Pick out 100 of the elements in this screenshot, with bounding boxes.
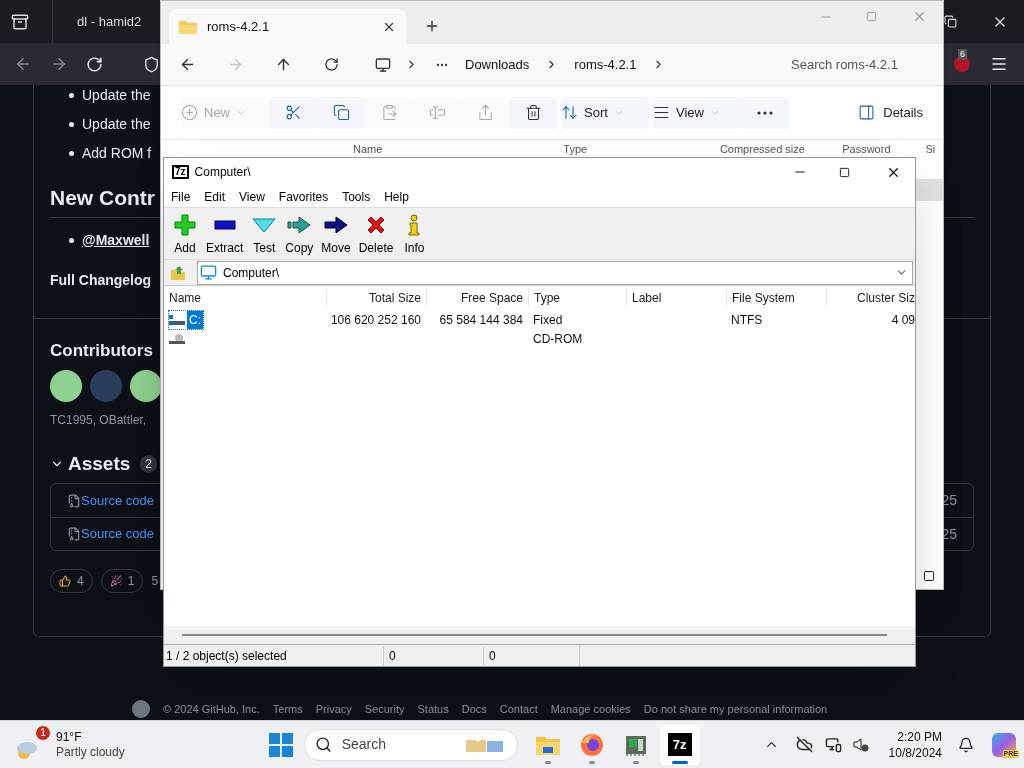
weather-condition: Partly cloudy (56, 744, 125, 760)
toolbar-button[interactable]: Extract (202, 210, 248, 257)
toolbar-button[interactable]: View (653, 96, 741, 129)
sort-icon (561, 104, 578, 121)
refresh-icon[interactable] (324, 57, 339, 72)
contributor-link[interactable]: @Maxwell (82, 229, 150, 251)
copy-icon (332, 104, 350, 121)
maximize-icon[interactable] (839, 166, 850, 178)
breadcrumb-item[interactable]: roms-4.2.1 (574, 54, 637, 75)
toolbar-button[interactable]: Add (168, 210, 202, 257)
table-cell-text: CD-ROM (532, 330, 584, 348)
rename-icon (428, 104, 446, 121)
avatar[interactable] (130, 370, 162, 402)
view-toggle-icon[interactable] (923, 570, 935, 582)
footer-link[interactable]: Terms (272, 702, 303, 716)
toolbar-button[interactable]: Delete (354, 210, 398, 257)
toolbar-button[interactable] (317, 96, 365, 129)
column-header[interactable]: Name (351, 142, 562, 156)
temperature: 91°F (56, 729, 83, 745)
menu-item[interactable]: Edit (204, 187, 226, 206)
reload-icon[interactable] (86, 55, 103, 73)
toolbar-button[interactable]: Move (317, 210, 355, 257)
lines-icon (653, 104, 670, 121)
menu-icon[interactable] (990, 55, 1008, 73)
toolbar-button[interactable]: Sort (561, 96, 649, 129)
table-cell-text: 4 09 (890, 311, 915, 329)
column-header[interactable]: Type (561, 142, 718, 156)
forward-icon[interactable] (50, 55, 68, 73)
taskbar-app[interactable]: 7z (659, 724, 700, 765)
table-cell-text: 106 620 252 160 (329, 311, 422, 329)
asset-link[interactable]: Source code (81, 524, 154, 544)
footer-link[interactable]: Docs (461, 702, 487, 716)
hard-drive-icon (169, 313, 185, 326)
column-header[interactable]: File System (726, 289, 826, 307)
footer-link[interactable]: Contact (499, 702, 538, 716)
column-header[interactable]: Password (840, 142, 924, 156)
toolbar-button[interactable] (269, 96, 317, 129)
footer-link[interactable]: Security (364, 702, 405, 716)
footer-link[interactable]: Status (417, 702, 449, 716)
avatar[interactable] (50, 370, 82, 402)
column-header[interactable]: Total Size (326, 289, 426, 307)
drive-item[interactable]: C: (169, 310, 203, 329)
details-button[interactable]: Details (858, 102, 923, 123)
shield-icon[interactable] (143, 55, 160, 73)
tab-list-icon[interactable] (11, 12, 29, 31)
menu-item[interactable]: Help (384, 187, 409, 206)
status-text: 0 (383, 646, 483, 665)
menu-item[interactable]: Tools (342, 187, 371, 206)
party-popper-icon (109, 575, 122, 587)
table-cell-text: NTFS (730, 311, 764, 329)
asset-link[interactable]: Source code (81, 490, 154, 511)
column-header[interactable]: Free Space (426, 289, 528, 307)
arrow-icon (324, 215, 349, 234)
speaker-muted-icon[interactable] (851, 736, 869, 753)
bell-icon[interactable] (958, 736, 974, 753)
cloud-off-icon[interactable] (795, 736, 813, 753)
drive-item[interactable] (169, 332, 185, 345)
menu-item[interactable]: File (171, 187, 191, 206)
github-logo[interactable] (132, 700, 150, 718)
section-heading: Assets (68, 451, 131, 476)
breadcrumb-item[interactable]: Downloads (465, 54, 530, 75)
check-icon (252, 216, 277, 233)
column-header[interactable]: Label (626, 289, 726, 307)
column-header[interactable]: Name (169, 289, 326, 307)
clock-date[interactable]: 10/8/2024 (888, 744, 942, 761)
restore-icon[interactable] (944, 15, 957, 28)
toolbar-button[interactable]: Test (247, 210, 282, 257)
footer-link[interactable]: Manage cookies (550, 702, 631, 716)
scissors-icon (284, 104, 302, 121)
minus-icon (213, 219, 236, 230)
scrollbar-thumb[interactable] (182, 634, 887, 636)
footer-link[interactable]: Privacy (315, 702, 352, 716)
menu-item[interactable]: Favorites (278, 187, 329, 206)
address-field[interactable]: Computer\ (197, 260, 913, 285)
column-header[interactable]: Si (923, 142, 943, 156)
explorer-tab[interactable]: roms-4.2.1 (169, 9, 406, 44)
up-icon[interactable] (275, 56, 292, 73)
start-icon[interactable] (268, 732, 293, 757)
footer-link[interactable]: Do not share my personal information (643, 702, 828, 716)
toolbar-button[interactable]: Copy (281, 210, 318, 257)
computer-icon[interactable] (375, 56, 391, 73)
clipboard-icon (380, 104, 398, 121)
thumbs-up-icon (59, 575, 71, 587)
folder-up-icon[interactable] (170, 264, 186, 281)
computer-icon (200, 264, 217, 281)
column-header[interactable]: Cluster Siz (826, 289, 915, 307)
column-header[interactable]: Compressed size (717, 142, 841, 156)
share-icon (476, 104, 494, 121)
monitor-icon[interactable] (824, 736, 842, 753)
back-icon[interactable] (179, 56, 196, 73)
column-header[interactable]: Type (528, 289, 626, 307)
toolbar-button[interactable]: Info (397, 210, 432, 257)
menu-item[interactable]: View (239, 187, 265, 206)
search-field[interactable]: Search (303, 728, 518, 761)
plus-icon (174, 213, 196, 236)
tab-title: roms-4.2.1 (207, 17, 270, 36)
changelog-text: Full Changelog (50, 271, 152, 290)
clock-time[interactable]: 2:20 PM (897, 728, 942, 745)
toolbar-button[interactable] (509, 96, 557, 129)
new-tab-icon[interactable] (424, 18, 440, 34)
